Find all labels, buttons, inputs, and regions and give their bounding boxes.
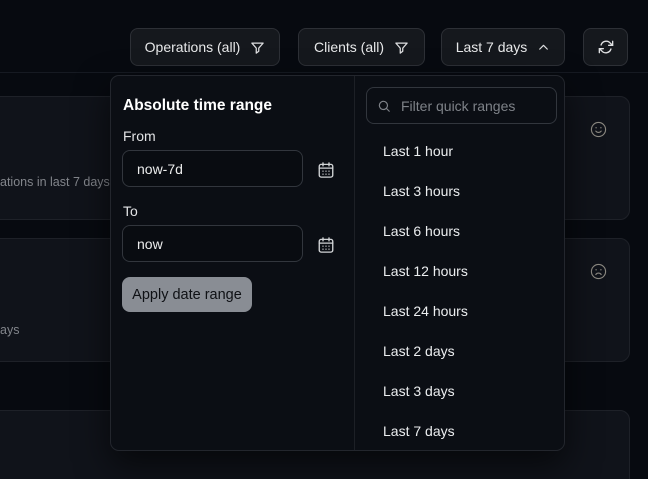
filter-quick-ranges-input[interactable] — [399, 97, 546, 115]
calendar-icon[interactable] — [317, 161, 335, 179]
quick-range-last-6-hours[interactable]: Last 6 hours — [367, 211, 563, 251]
clients-filter-button[interactable]: Clients (all) — [298, 28, 425, 66]
card-caption-fragment: ations in last 7 days — [0, 174, 110, 190]
quick-range-last-1-hour[interactable]: Last 1 hour — [367, 131, 563, 171]
to-input[interactable] — [122, 225, 303, 262]
quick-range-last-12-hours[interactable]: Last 12 hours — [367, 251, 563, 291]
app-screen: ations in last 7 days ays Operations (al… — [0, 0, 648, 479]
refresh-icon — [598, 39, 614, 55]
to-label: To — [123, 203, 138, 219]
time-range-label: Last 7 days — [456, 39, 528, 55]
time-range-dropdown: Absolute time range From To — [110, 75, 565, 451]
chevron-up-icon — [537, 41, 550, 54]
quick-ranges-search[interactable] — [366, 87, 557, 124]
quick-range-last-24-hours[interactable]: Last 24 hours — [367, 291, 563, 331]
funnel-icon — [394, 40, 409, 55]
quick-range-last-3-days[interactable]: Last 3 days — [367, 371, 563, 411]
quick-range-last-3-hours[interactable]: Last 3 hours — [367, 171, 563, 211]
smiley-face-icon — [590, 121, 607, 138]
search-icon — [377, 99, 391, 113]
operations-filter-button[interactable]: Operations (all) — [130, 28, 280, 66]
apply-date-range-button[interactable]: Apply date range — [122, 277, 252, 312]
panel-divider — [354, 76, 355, 450]
calendar-icon[interactable] — [317, 236, 335, 254]
time-range-button[interactable]: Last 7 days — [441, 28, 565, 66]
from-input[interactable] — [122, 150, 303, 187]
absolute-time-range-heading: Absolute time range — [123, 97, 272, 115]
clients-filter-label: Clients (all) — [314, 39, 384, 55]
quick-range-last-7-days[interactable]: Last 7 days — [367, 411, 563, 451]
funnel-icon — [250, 40, 265, 55]
card-caption-fragment: ays — [0, 322, 19, 338]
from-label: From — [123, 128, 156, 144]
frown-face-icon — [590, 263, 607, 280]
operations-filter-label: Operations (all) — [145, 39, 241, 55]
refresh-button[interactable] — [583, 28, 628, 66]
quick-range-last-2-days[interactable]: Last 2 days — [367, 331, 563, 371]
